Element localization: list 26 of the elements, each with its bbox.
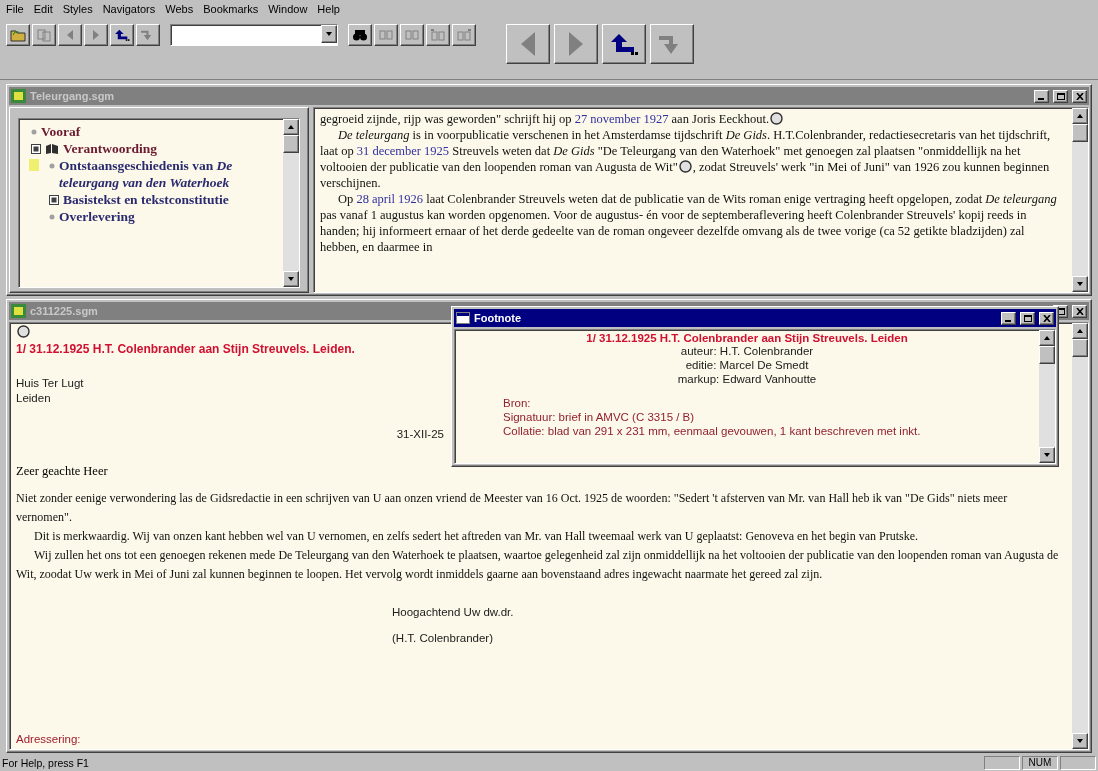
window-title: c311225.sgm [30,305,99,317]
credit-line: auteur: H.T. Colenbrander [679,344,815,358]
closing-line: Hoogachtend Uw dw.dr. [392,606,514,618]
window-title: Teleurgang.sgm [30,90,116,102]
address-line: Leiden [16,391,51,406]
body-paragraph: De teleurgang is in voorpublicatie verschenen in het Amsterdamse tijdschrift De Gids. H.T.Colenbrander, redactiesecretaris van het tijdschrift, laat op 31 december 1925 Streuvels weten dat De Gids "De Teleurgang van den Waterhoek" met genoegen zal plaatsen "onmiddellijk na het voltooien der publicatie van den loopenden roman van Augusta de Wit" , zodat Streuvels' werk "in Mei of Juni" van 1926 zou kunnen beginnen verschijnen. [320,127,1052,191]
letter-heading: 1/ 31.12.1925 H.T. Colenbrander aan Stijn Streuvels. Leiden. [16,342,355,356]
credit-line: editie: Marcel De Smedt [684,358,810,372]
body-paragraph: Niet zonder eenige verwondering las de Gidsredactie in een schrijven van U aan onzen vriend de Meester van 16 Oct. 1925 de woorden: "Sedert 't afsterven van Mr. van Hall heb ik van "De Gids" niets meer vernomen". [16,490,1009,526]
salutation: Zeer geachte Heer [16,464,108,479]
body-paragraph: gegroeid zijnde, rijp was geworden" schrijft hij op 27 november 1927 aan Joris Eeckhout. [320,111,1066,127]
body-paragraph: Op 28 april 1926 laat Colenbrander Streuvels weten dat de publicatie van de Wits roman enige vertraging heeft opgelopen, zodat De teleurgang pas vanaf 1 augustus kan worden opgenomen. Voor de augustus- én voor de septemberaflevering heeft Colenbrander Streuvels' kopij reeds in handen; hij informeert ernaar of het derde gedeelte van de roman ongeveer dezelfde omvang als de twee vorige (ca 52 getikte bladzijden) zal hebben, en daarmee in [320,191,1058,255]
source-line: Bron: [502,396,532,410]
status-indicator: NUM [1022,756,1058,770]
status-message: For Help, press F1 [2,757,90,769]
credit-line: markup: Edward Vanhoutte [676,372,818,386]
source-line: Collatie: blad van 291 x 231 mm, eenmaal gevouwen, 1 kant beschreven met inkt. [502,424,922,438]
source-line: Signatuur: brief in AMVC (C 3315 / B) [502,410,696,424]
address-label: Adressering: [16,733,81,745]
footnote-heading: 1/ 31.12.1925 H.T. Colenbrander aan Stijn Streuvels. Leiden [585,332,909,344]
window-title: Footnote [474,312,523,324]
body-paragraph: Wij zullen het ons tot een genoegen rekenen mede De Teleurgang van den Waterhoek te plaatsen, waartoe gelegenheid zal zijn onmiddellijk na het voltooien der publicatie van den loopenden roman van Augusta de Wit, zoodat Uw werk in Mei of Juni zal kunnen beginnen te loopen. Het vervolg wordt inmiddels gaarne aan bovenstaand adres ingewacht naarmate het gereed zal zijn. [16,547,1060,583]
closing-line: (H.T. Colenbrander) [392,632,494,644]
letter-date: 31-XII-25 [396,428,444,440]
body-paragraph: Dit is merkwaardig. Wij van onzen kant hebben wel van U vernomen, en zelfs sedert het aftreden van Mr. van Hall tweemaal werk van U geplaatst: Genoveva en het begin van Prutske. [33,528,919,545]
address-line: Huis Ter Lugt [16,376,84,391]
